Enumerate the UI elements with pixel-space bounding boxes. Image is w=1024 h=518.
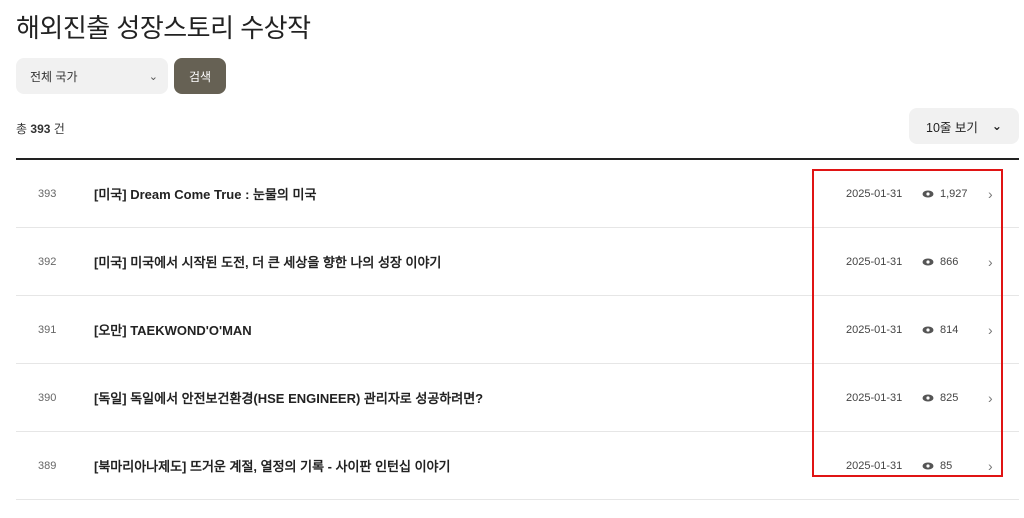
- row-subject[interactable]: [북마리아나제도] 뜨거운 계절, 열정의 기록 - 사이판 인턴십 이야기: [94, 456, 450, 475]
- total-prefix: 총: [16, 122, 28, 136]
- chevron-right-icon[interactable]: ›: [988, 186, 993, 202]
- row-number: 390: [38, 391, 57, 404]
- row-subject[interactable]: [미국] Dream Come True : 눈물의 미국: [94, 184, 316, 203]
- row-date: 2025-01-31: [846, 187, 903, 200]
- eye-icon: [922, 462, 934, 469]
- chevron-right-icon[interactable]: ›: [988, 390, 993, 406]
- chevron-down-icon: ⌄: [148, 70, 158, 83]
- chevron-down-icon: ⌄: [991, 119, 1002, 133]
- list-item[interactable]: 392 [미국] 미국에서 시작된 도전, 더 큰 세상을 향한 나의 성장 이…: [16, 228, 1019, 296]
- page-size-label: 10줄 보기: [926, 120, 978, 135]
- row-view-count: 814: [940, 323, 959, 336]
- row-subject[interactable]: [독일] 독일에서 안전보건환경(HSE ENGINEER) 관리자로 성공하려…: [94, 388, 483, 407]
- eye-icon: [922, 258, 934, 265]
- chevron-right-icon[interactable]: ›: [988, 458, 993, 474]
- row-date: 2025-01-31: [846, 255, 903, 268]
- page-size-select[interactable]: 10줄 보기 ⌄: [909, 108, 1019, 144]
- row-number: 389: [38, 459, 57, 472]
- row-view-count: 1,927: [940, 187, 968, 200]
- country-select[interactable]: 전체 국가 ⌄: [16, 58, 168, 94]
- list-item[interactable]: 393 [미국] Dream Come True : 눈물의 미국 2025-0…: [16, 160, 1019, 228]
- page-title: 해외진출 성장스토리 수상작: [16, 13, 311, 43]
- row-number: 393: [38, 187, 57, 200]
- row-number: 392: [38, 255, 57, 268]
- row-subject[interactable]: [미국] 미국에서 시작된 도전, 더 큰 세상을 향한 나의 성장 이야기: [94, 252, 441, 271]
- row-date: 2025-01-31: [846, 459, 903, 472]
- row-views: 1,927: [922, 188, 968, 200]
- post-list: 393 [미국] Dream Come True : 눈물의 미국 2025-0…: [16, 160, 1019, 500]
- row-date: 2025-01-31: [846, 323, 903, 336]
- eye-icon: [922, 190, 934, 197]
- eye-icon: [922, 394, 934, 401]
- chevron-right-icon[interactable]: ›: [988, 254, 993, 270]
- total-count-value: 393: [30, 122, 51, 136]
- search-button[interactable]: 검색: [174, 58, 226, 94]
- row-views: 814: [922, 324, 958, 336]
- chevron-right-icon[interactable]: ›: [988, 322, 993, 338]
- row-view-count: 866: [940, 255, 959, 268]
- row-views: 825: [922, 392, 958, 404]
- list-item[interactable]: 389 [북마리아나제도] 뜨거운 계절, 열정의 기록 - 사이판 인턴십 이…: [16, 432, 1019, 500]
- row-number: 391: [38, 323, 57, 336]
- total-suffix: 건: [53, 122, 65, 136]
- row-view-count: 825: [940, 391, 959, 404]
- row-subject[interactable]: [오만] TAEKWOND'O'MAN: [94, 320, 252, 339]
- row-views: 866: [922, 256, 958, 268]
- row-views: 85: [922, 460, 952, 472]
- list-item[interactable]: 390 [독일] 독일에서 안전보건환경(HSE ENGINEER) 관리자로 …: [16, 364, 1019, 432]
- total-count: 총 393 건: [16, 120, 65, 137]
- eye-icon: [922, 326, 934, 333]
- row-date: 2025-01-31: [846, 391, 903, 404]
- row-view-count: 85: [940, 459, 953, 472]
- filter-bar: 전체 국가 ⌄ 검색: [16, 58, 226, 94]
- list-item[interactable]: 391 [오만] TAEKWOND'O'MAN 2025-01-31 814 ›: [16, 296, 1019, 364]
- country-select-value: 전체 국가: [30, 69, 78, 84]
